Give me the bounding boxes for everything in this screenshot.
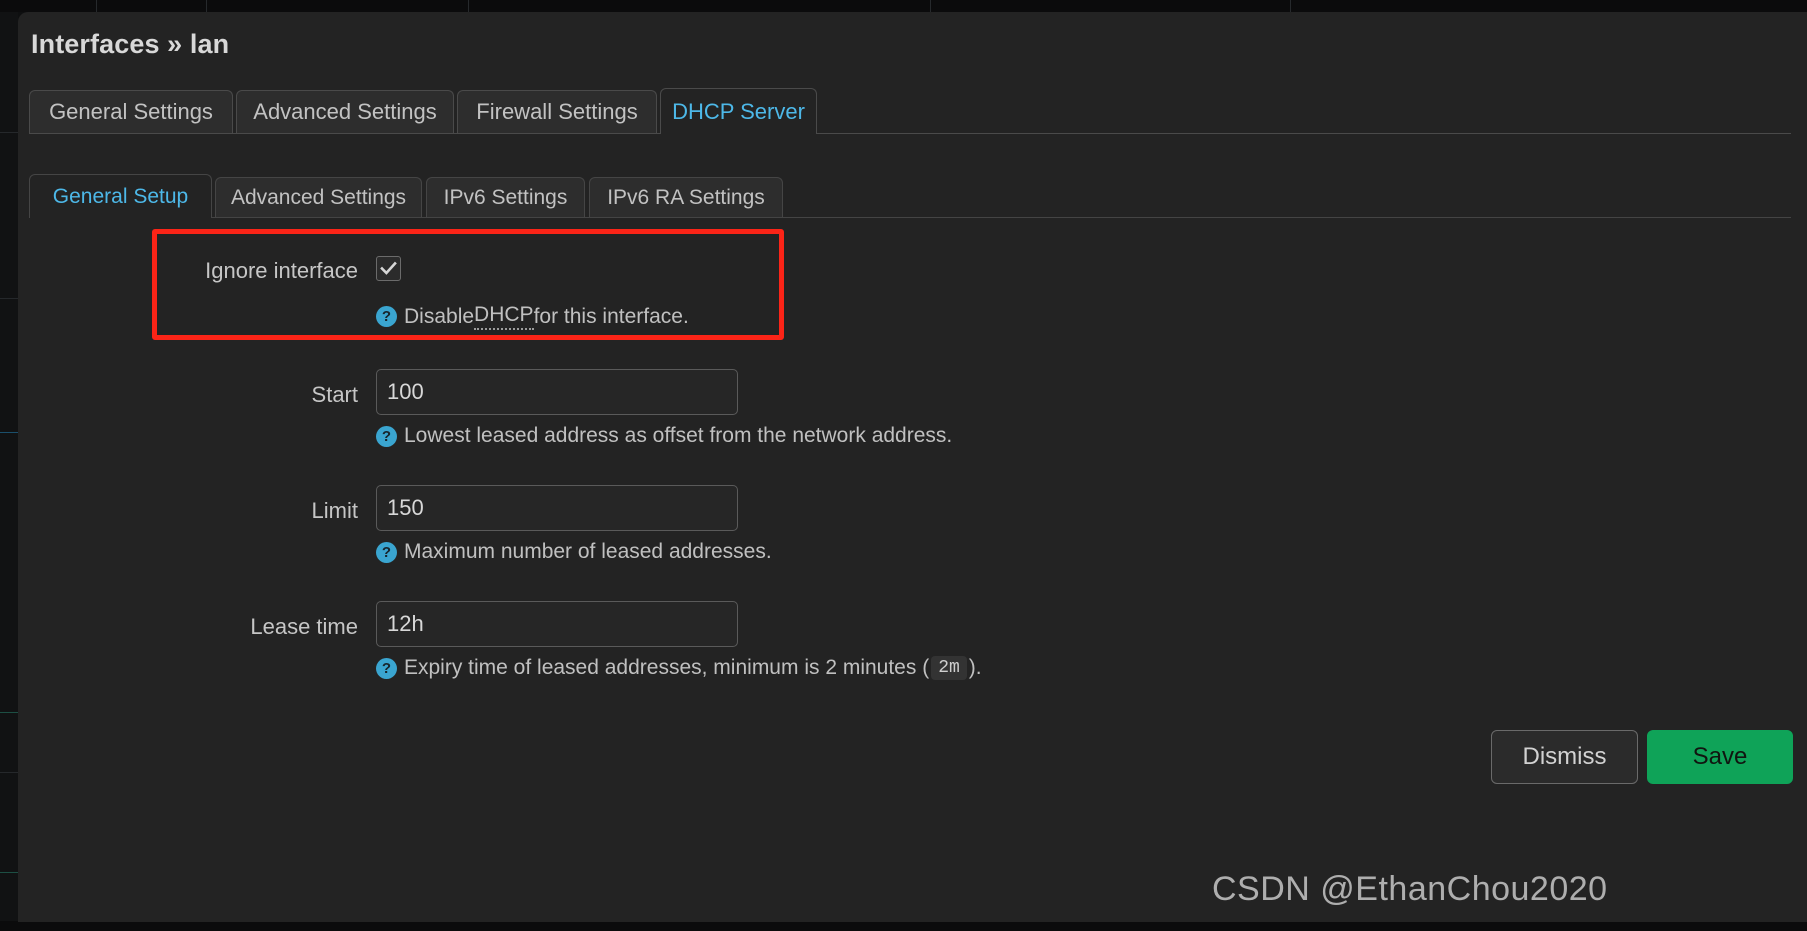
help-text: Lowest leased address as offset from the… xyxy=(404,424,953,447)
help-text-prefix: Disable xyxy=(404,304,475,328)
backdrop-rail-mark xyxy=(0,772,18,773)
csdn-watermark: CSDN @EthanChou2020 xyxy=(1212,870,1608,908)
start-help: ? Lowest leased address as offset from t… xyxy=(376,424,952,448)
tab-advanced-settings[interactable]: Advanced Settings xyxy=(215,177,422,217)
limit-help: ? Maximum number of leased addresses. xyxy=(376,540,772,564)
help-text-abbr: DHCP xyxy=(474,303,534,330)
page-title: Interfaces » lan xyxy=(31,29,230,59)
tab-label: Advanced Settings xyxy=(253,99,437,124)
tab-general-setup[interactable]: General Setup xyxy=(29,174,212,218)
interface-config-modal: Interfaces » lan General Settings Advance… xyxy=(18,12,1807,922)
start-input[interactable] xyxy=(376,369,738,415)
backdrop-rail-mark xyxy=(0,872,18,873)
tab-label: Advanced Settings xyxy=(230,185,407,209)
tab-dhcp-server[interactable]: DHCP Server xyxy=(660,88,817,134)
tab-label: General Settings xyxy=(49,99,213,124)
ignore-interface-checkbox[interactable] xyxy=(376,256,401,281)
lease-time-input[interactable] xyxy=(376,601,738,647)
tab-ipv6-settings[interactable]: IPv6 Settings xyxy=(426,177,585,217)
ignore-interface-label: Ignore interface xyxy=(205,258,358,283)
help-question-icon: ? xyxy=(376,306,397,327)
backdrop-rail-mark xyxy=(0,432,18,433)
help-question-icon: ? xyxy=(376,425,397,447)
save-button[interactable]: Save xyxy=(1647,730,1793,784)
tab-label: General Setup xyxy=(52,184,189,208)
backdrop-top-strip xyxy=(0,0,1807,12)
tab-advanced-settings[interactable]: Advanced Settings xyxy=(236,90,454,133)
outer-tab-bar-rule xyxy=(29,133,1791,134)
tab-general-settings[interactable]: General Settings xyxy=(29,90,233,133)
limit-label: Limit xyxy=(311,498,358,523)
inner-tab-bar: General Setup Advanced Settings IPv6 Setti… xyxy=(29,162,1791,218)
help-question-icon: ? xyxy=(376,541,397,563)
inner-tab-bar-rule xyxy=(29,217,1791,218)
help-question-icon: ? xyxy=(376,657,397,679)
outer-tab-bar: General Settings Advanced Settings Firewal… xyxy=(29,80,1791,134)
tab-label: Firewall Settings xyxy=(476,99,638,124)
dismiss-button[interactable]: Dismiss xyxy=(1491,730,1638,784)
lease-time-label: Lease time xyxy=(250,614,358,639)
help-text-suffix: for this interface. xyxy=(533,304,689,328)
backdrop-tick xyxy=(930,0,931,12)
tab-label: DHCP Server xyxy=(672,98,805,124)
backdrop-tick xyxy=(468,0,469,12)
checkmark-icon xyxy=(380,261,397,275)
backdrop-tick xyxy=(206,0,207,12)
tab-ipv6-ra-settings[interactable]: IPv6 RA Settings xyxy=(589,177,783,217)
backdrop-rail-mark xyxy=(0,132,18,133)
backdrop-tick xyxy=(1290,0,1291,12)
start-label: Start xyxy=(311,382,358,407)
backdrop-bottom-strip xyxy=(0,921,1807,931)
backdrop-left-rail xyxy=(0,12,18,931)
help-text-suffix: ). xyxy=(968,656,982,679)
backdrop-rail-mark xyxy=(0,298,18,299)
tab-firewall-settings[interactable]: Firewall Settings xyxy=(457,90,657,133)
backdrop-tick xyxy=(96,0,97,12)
help-text-prefix: Expiry time of leased addresses, minimum… xyxy=(404,656,930,679)
backdrop-rail-mark xyxy=(0,712,18,713)
lease-time-help: ? Expiry time of leased addresses, minim… xyxy=(376,656,982,680)
ignore-interface-help: ? Disable DHCP for this interface. xyxy=(376,303,689,330)
help-text: Maximum number of leased addresses. xyxy=(404,540,772,563)
limit-input[interactable] xyxy=(376,485,738,531)
tab-label: IPv6 Settings xyxy=(443,185,568,209)
tab-label: IPv6 RA Settings xyxy=(607,185,765,209)
lease-time-code-chip: 2m xyxy=(931,656,967,680)
